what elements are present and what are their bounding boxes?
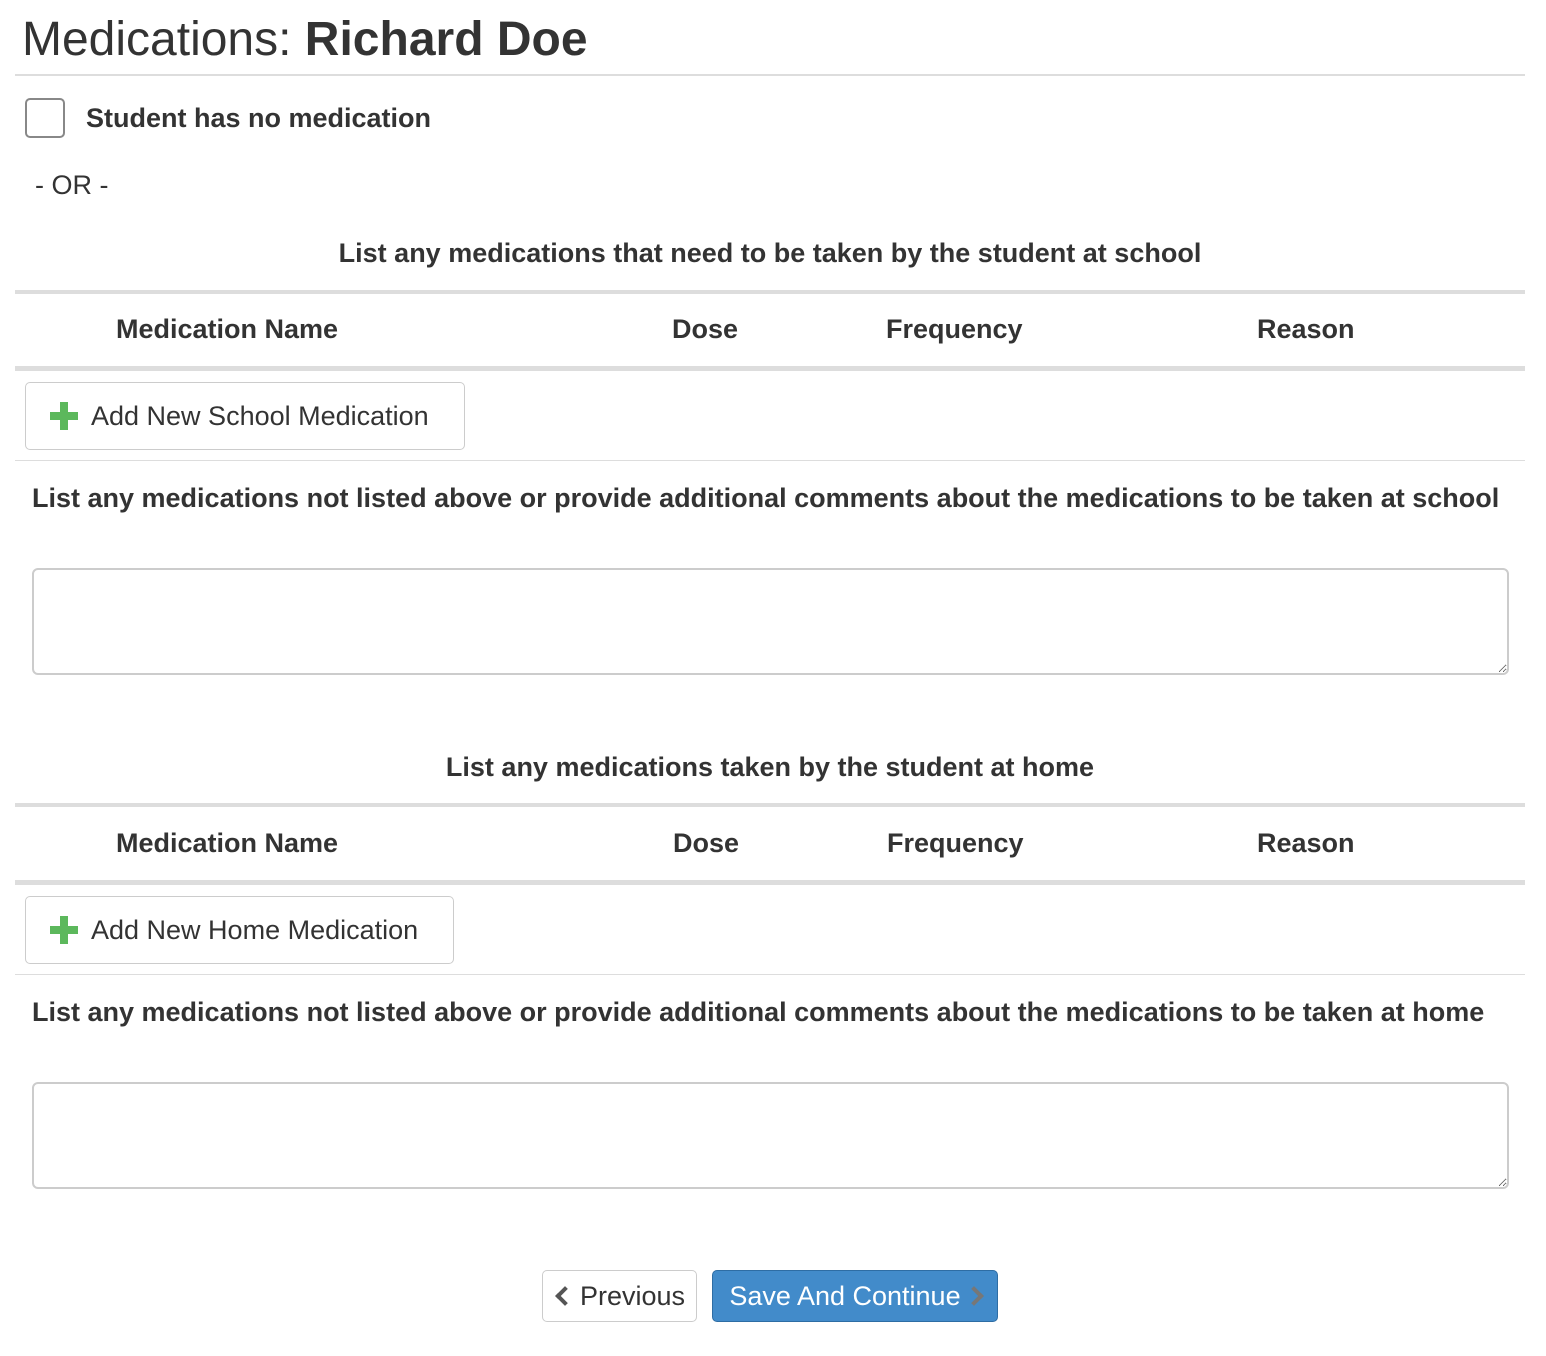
title-divider [15, 74, 1525, 76]
home-comments-label: List any medications not listed above or… [32, 997, 1485, 1027]
school-col-reason: Reason [1257, 314, 1355, 344]
no-medication-row: Student has no medication [25, 98, 431, 138]
school-comments-textarea[interactable] [32, 568, 1509, 675]
school-table-header-rule [15, 366, 1525, 371]
home-table-top-rule [15, 803, 1525, 807]
previous-button-label: Previous [579, 1280, 686, 1311]
add-school-medication-button[interactable]: Add New School Medication [25, 382, 465, 450]
save-and-continue-label: Save And Continue [729, 1280, 961, 1311]
page-title-prefix: Medications: [22, 13, 305, 66]
no-medication-label: Student has no medication [86, 102, 432, 133]
student-name: Richard Doe [304, 13, 588, 66]
add-home-medication-button[interactable]: Add New Home Medication [25, 896, 454, 964]
school-col-medication-name: Medication Name [116, 314, 339, 344]
school-table-top-rule [15, 290, 1525, 294]
no-medication-checkbox[interactable] [25, 98, 65, 138]
plus-icon [50, 916, 78, 944]
chevron-right-icon [963, 1286, 984, 1306]
home-col-reason: Reason [1257, 828, 1355, 858]
page-title: Medications: Richard Doe [22, 12, 588, 68]
school-medications-heading: List any medications that need to be tak… [338, 238, 1202, 268]
add-home-medication-label: Add New Home Medication [91, 914, 419, 945]
save-and-continue-button[interactable]: Save And Continue [712, 1270, 998, 1322]
chevron-left-icon [555, 1286, 575, 1306]
school-comments-label: List any medications not listed above or… [32, 483, 1500, 513]
school-col-dose: Dose [672, 314, 739, 344]
previous-button[interactable]: Previous [542, 1270, 697, 1322]
plus-icon [50, 402, 78, 430]
home-table-header-rule [15, 880, 1525, 885]
or-separator: - OR - [35, 170, 109, 200]
home-col-dose: Dose [673, 828, 740, 858]
home-col-medication-name: Medication Name [116, 828, 339, 858]
home-add-divider [15, 974, 1525, 975]
home-comments-textarea[interactable] [32, 1082, 1509, 1189]
add-school-medication-label: Add New School Medication [91, 400, 429, 431]
school-add-divider [15, 460, 1525, 461]
home-medications-heading: List any medications taken by the studen… [445, 752, 1095, 782]
school-col-frequency: Frequency [886, 314, 1023, 344]
home-col-frequency: Frequency [887, 828, 1024, 858]
